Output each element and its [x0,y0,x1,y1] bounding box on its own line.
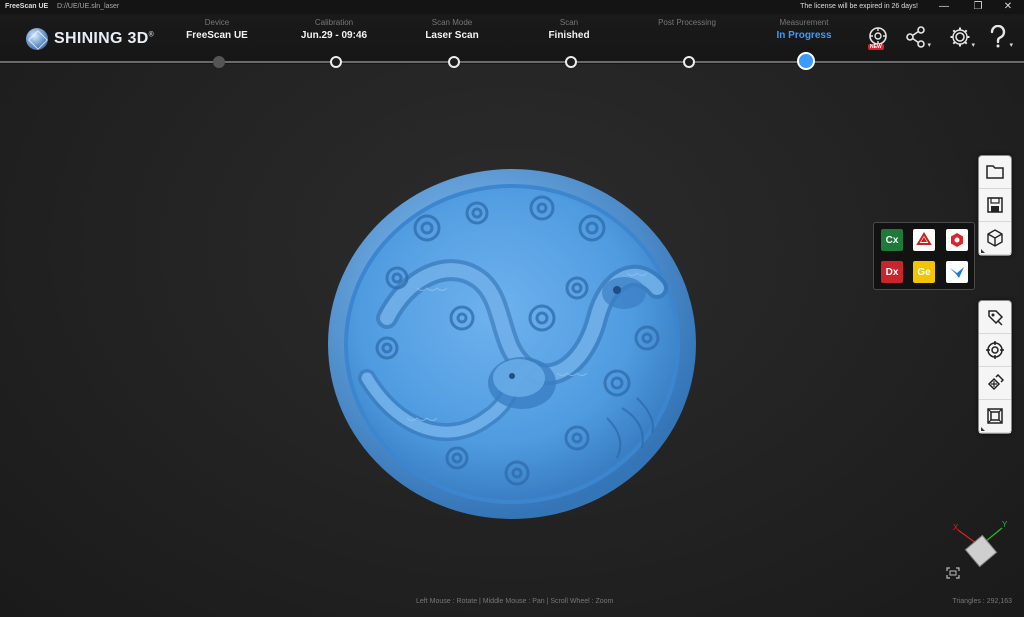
help-icon [990,25,1006,48]
new-feature-button[interactable]: NEW [864,24,892,50]
progress-node-post-processing[interactable] [683,56,695,68]
step-value: Jun.29 - 09:46 [300,30,368,41]
step-value: FreeScan UE [186,30,248,41]
ge-icon: Ge [913,261,935,283]
step-label: Calibration [314,18,354,27]
geomagic-export-button[interactable] [913,229,935,251]
chevron-down-icon: ▾ [927,42,931,49]
save-icon [987,197,1003,213]
minimize-icon: — [939,1,949,12]
bird-logo-icon [950,267,964,278]
progress-node-measurement[interactable] [797,52,815,70]
step-value: Laser Scan [425,30,479,41]
progress-node-scan[interactable] [565,56,577,68]
triangle-count: Triangles : 292,163 [952,598,1012,605]
logo-icon [26,28,48,50]
shape-export-button[interactable] [946,229,968,251]
bird-export-button[interactable] [946,261,968,283]
restore-icon: ❐ [973,1,983,12]
paint-select-icon [988,310,1004,326]
step-device[interactable]: Device FreeScan UE [157,18,277,43]
dx-icon: Dx [881,261,903,283]
app-name: FreeScan UE [5,3,49,10]
close-icon: ✕ [1003,1,1013,12]
step-scan-mode[interactable]: Scan Mode Laser Scan [392,18,512,43]
step-scan[interactable]: Scan Finished [509,18,629,43]
fit-view-icon[interactable] [946,567,960,579]
progress-node-device[interactable] [213,56,225,68]
step-label: Measurement [779,18,829,27]
minimize-button[interactable]: — [932,0,956,14]
share-icon [906,26,925,48]
x-axis-label: X [953,523,959,532]
cube-view-icon [987,229,1003,247]
repair-button[interactable] [979,367,1011,400]
step-measurement[interactable]: Measurement In Progress [744,18,864,43]
step-label: Scan [559,18,579,27]
step-label: Post Processing [658,18,716,27]
license-notice: The license will be expired in 26 days! [800,3,918,10]
hexagon-logo-icon [951,233,963,247]
progress-node-calibration[interactable] [330,56,342,68]
ge-export-button[interactable]: Ge [913,261,935,283]
logo-text: SHINING 3D® [54,30,155,47]
geomagic-icon [916,232,932,245]
target-button[interactable] [979,334,1011,367]
repair-icon [987,374,1004,391]
export-software-panel: Cx Dx Ge [873,222,975,290]
chevron-down-icon: ▾ [1009,42,1013,49]
header: SHINING 3D® Device FreeScan UE Calibrati… [0,14,1024,64]
layers-icon [987,408,1003,424]
title-bar: FreeScan UE - D://UE/UE.sln_laser The li… [0,0,1024,14]
new-badge: NEW [868,44,884,50]
dx-export-button[interactable]: Dx [881,261,903,283]
target-icon [986,341,1004,359]
title-separator: - [46,3,49,10]
step-label: Scan Mode [431,18,473,27]
cx-icon: Cx [881,229,903,251]
step-label: Device [204,18,230,27]
mouse-hint: Left Mouse : Rotate | Middle Mouse : Pan… [416,598,614,605]
app-window: FreeScan UE - D://UE/UE.sln_laser The li… [0,0,1024,617]
help-button[interactable]: ▾ [984,24,1013,50]
progress-node-scan-mode[interactable] [448,56,460,68]
scanned-model-viewport[interactable] [327,168,697,520]
step-value: Finished [548,30,590,41]
settings-button[interactable]: ▾ [946,24,975,50]
logo: SHINING 3D® [26,27,154,51]
open-folder-button[interactable] [979,156,1011,189]
folder-icon [986,165,1004,179]
expand-indicator-icon [981,249,985,253]
restore-button[interactable]: ❐ [966,0,990,14]
close-button[interactable]: ✕ [996,0,1020,14]
project-path: D://UE/UE.sln_laser [57,3,120,10]
y-axis-label: Y [1002,520,1008,529]
settings-icon [950,27,970,47]
chevron-down-icon: ▾ [971,42,975,49]
expand-indicator-icon [981,427,985,431]
cx-export-button[interactable]: Cx [881,229,903,251]
save-button[interactable] [979,189,1011,222]
step-value: In Progress [776,30,832,41]
edit-toolbar [978,300,1012,434]
file-toolbar [978,155,1012,256]
share-button[interactable]: ▾ [902,24,931,50]
paint-select-button[interactable] [979,301,1011,334]
step-post-processing[interactable]: Post Processing [627,18,747,29]
workflow-progress-line [0,61,1024,63]
step-calibration[interactable]: Calibration Jun.29 - 09:46 [274,18,394,43]
